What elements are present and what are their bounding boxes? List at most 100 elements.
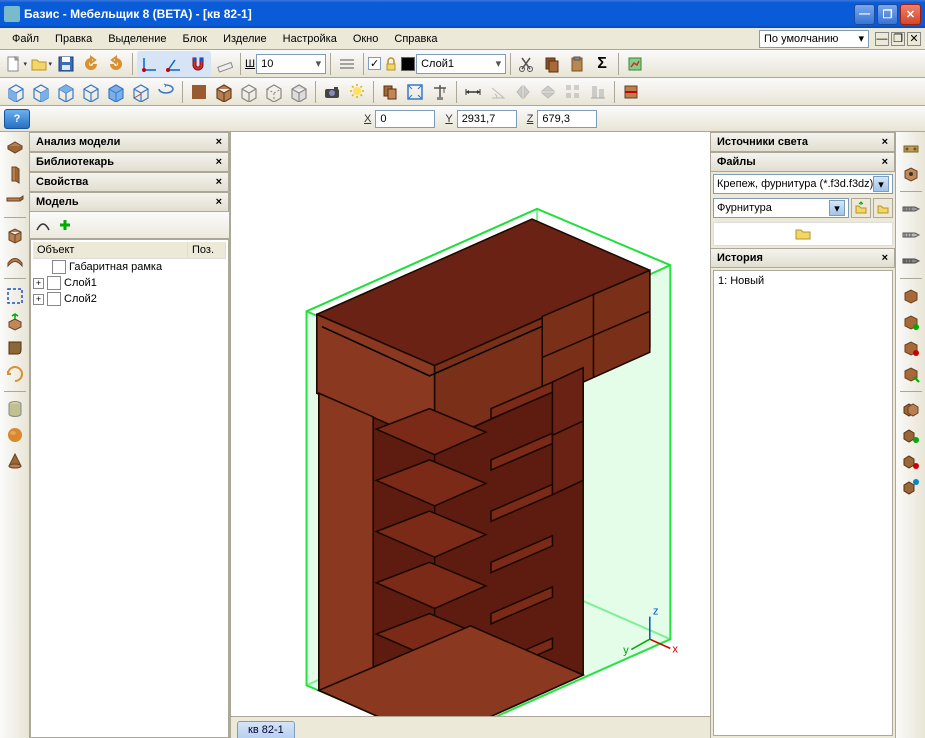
panel-c-button[interactable] xyxy=(899,336,923,360)
menu-edit[interactable]: Правка xyxy=(47,31,100,47)
view-left-button[interactable] xyxy=(54,80,78,104)
close-icon[interactable]: × xyxy=(216,156,222,168)
layer-lock-button[interactable] xyxy=(382,52,400,76)
open-button[interactable]: ▾ xyxy=(29,52,53,76)
hardware-button[interactable] xyxy=(899,136,923,160)
layer-combo[interactable]: Слой1▾ xyxy=(416,54,506,74)
folder-home-button[interactable] xyxy=(873,198,893,218)
expand-icon[interactable]: + xyxy=(33,278,44,289)
view-rotate-button[interactable] xyxy=(154,80,178,104)
chevron-down-icon[interactable]: ▾ xyxy=(829,200,845,216)
view-top-button[interactable] xyxy=(104,80,128,104)
tree-col-object[interactable]: Объект xyxy=(33,242,188,258)
hidden-lines-button[interactable] xyxy=(262,80,286,104)
expand-icon[interactable]: + xyxy=(33,294,44,305)
close-icon[interactable]: × xyxy=(216,176,222,188)
wireframe-button[interactable] xyxy=(237,80,261,104)
panel-model-header[interactable]: Модель× xyxy=(30,192,229,212)
profile-button[interactable] xyxy=(3,336,27,360)
assembly-b-button[interactable] xyxy=(899,423,923,447)
close-button[interactable]: ✕ xyxy=(900,4,921,25)
minimize-button[interactable]: — xyxy=(854,4,875,25)
panel-properties-header[interactable]: Свойства× xyxy=(30,172,229,192)
menu-product[interactable]: Изделие xyxy=(215,31,275,47)
panel-lights-header[interactable]: Источники света× xyxy=(711,132,895,152)
panel-horiz-button[interactable] xyxy=(3,188,27,212)
furniture-combo[interactable]: Фурнитура▾ xyxy=(713,198,849,218)
rotate-tool-button[interactable] xyxy=(3,362,27,386)
assembly-c-button[interactable] xyxy=(899,449,923,473)
snap-xz-button[interactable] xyxy=(162,52,186,76)
redo-button[interactable] xyxy=(104,52,128,76)
ruler-button[interactable] xyxy=(212,52,236,76)
close-icon[interactable]: × xyxy=(216,196,222,208)
width-combo[interactable]: 10▾ xyxy=(256,54,326,74)
cut-button[interactable] xyxy=(515,52,539,76)
save-button[interactable] xyxy=(54,52,78,76)
menu-file[interactable]: Файл xyxy=(4,31,47,47)
view-back-button[interactable] xyxy=(29,80,53,104)
layer-color-swatch[interactable] xyxy=(401,57,415,71)
folder-up-button[interactable] xyxy=(851,198,871,218)
copy-obj-button[interactable] xyxy=(378,80,402,104)
sum-button[interactable]: Σ xyxy=(590,52,614,76)
panel-top-button[interactable] xyxy=(3,136,27,160)
paste-button[interactable] xyxy=(565,52,589,76)
close-icon[interactable]: × xyxy=(882,156,888,168)
mdi-minimize-button[interactable]: — xyxy=(875,32,889,46)
close-icon[interactable]: × xyxy=(216,136,222,148)
view-right-button[interactable] xyxy=(79,80,103,104)
layer-visible-check[interactable]: ✓ xyxy=(368,57,381,70)
x-input[interactable] xyxy=(375,110,435,128)
mdi-restore-button[interactable]: ❐ xyxy=(891,32,905,46)
close-icon[interactable]: × xyxy=(882,136,888,148)
panel-curve-button[interactable] xyxy=(3,249,27,273)
select-rect-button[interactable] xyxy=(3,284,27,308)
new-button[interactable]: ▾ xyxy=(4,52,28,76)
copy-button[interactable] xyxy=(540,52,564,76)
extents-button[interactable] xyxy=(403,80,427,104)
material-wood-button[interactable] xyxy=(187,80,211,104)
scheme-combo[interactable]: По умолчанию▾ xyxy=(759,30,869,48)
panel-files-header[interactable]: Файлы× xyxy=(711,152,895,172)
shaded-button[interactable] xyxy=(287,80,311,104)
view-iso-button[interactable] xyxy=(129,80,153,104)
panel-analysis-header[interactable]: Анализ модели× xyxy=(30,132,229,152)
z-input[interactable] xyxy=(537,110,597,128)
material-box-button[interactable] xyxy=(212,80,236,104)
menu-help[interactable]: Справка xyxy=(386,31,445,47)
model-curve-button[interactable] xyxy=(33,215,53,235)
dimension-button[interactable] xyxy=(461,80,485,104)
panel-librarian-header[interactable]: Библиотекарь× xyxy=(30,152,229,172)
folder-list[interactable] xyxy=(713,222,893,246)
help-button[interactable]: ? xyxy=(4,109,30,129)
mirror-v-button[interactable] xyxy=(536,80,560,104)
panel-b-button[interactable] xyxy=(899,310,923,334)
screw1-button[interactable] xyxy=(899,197,923,221)
screw3-button[interactable] xyxy=(899,249,923,273)
light-button[interactable] xyxy=(345,80,369,104)
y-input[interactable] xyxy=(457,110,517,128)
chevron-down-icon[interactable]: ▾ xyxy=(873,176,889,192)
assembly-d-button[interactable] xyxy=(899,475,923,499)
camera-button[interactable] xyxy=(320,80,344,104)
menu-block[interactable]: Блок xyxy=(175,31,216,47)
menu-settings[interactable]: Настройка xyxy=(275,31,345,47)
assembly-a-button[interactable] xyxy=(899,397,923,421)
tree-row[interactable]: Габаритная рамка xyxy=(33,259,226,275)
history-item[interactable]: 1: Новый xyxy=(716,273,890,289)
file-filter-combo[interactable]: Крепеж, фурнитура (*.f3d.f3dz)▾ xyxy=(713,174,893,194)
cone-button[interactable] xyxy=(3,449,27,473)
snap-magnet-button[interactable] xyxy=(186,52,210,76)
array-button[interactable] xyxy=(561,80,585,104)
screw2-button[interactable] xyxy=(899,223,923,247)
panel-d-button[interactable] xyxy=(899,362,923,386)
panel-a-button[interactable] xyxy=(899,284,923,308)
panel-box-button[interactable] xyxy=(3,223,27,247)
model-tree[interactable]: Объект Поз. Габаритная рамка + Слой1 + С… xyxy=(30,239,229,738)
mdi-close-button[interactable]: ✕ xyxy=(907,32,921,46)
model-add-button[interactable] xyxy=(55,215,75,235)
tree-row[interactable]: + Слой2 xyxy=(33,291,226,307)
crane-button[interactable] xyxy=(428,80,452,104)
viewport-canvas[interactable]: x y z xyxy=(231,132,710,716)
